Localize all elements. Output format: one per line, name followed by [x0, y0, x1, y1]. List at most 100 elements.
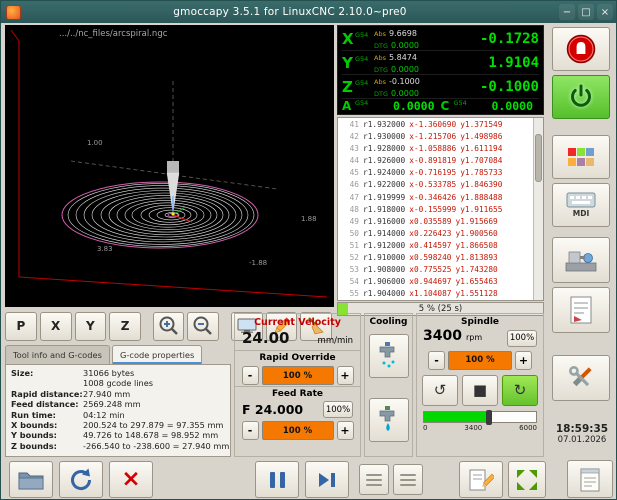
edit-tool-button[interactable] — [459, 461, 503, 498]
limit-circle — [62, 182, 258, 248]
spindle-ccw-icon: ↺ — [434, 381, 447, 399]
dtg-label: DTG — [374, 66, 388, 74]
optional-stop-button[interactable] — [393, 464, 423, 495]
step-button[interactable] — [305, 461, 349, 498]
gcode-line[interactable]: 54 r1.906000 x0.944697 y1.655463 — [338, 276, 533, 288]
fullscreen-icon — [515, 468, 539, 492]
spindle-stop-button[interactable]: ■ — [462, 375, 498, 406]
pause-button[interactable] — [255, 461, 299, 498]
zoom-out-icon — [192, 315, 214, 337]
gcode-line[interactable]: 55 r1.904000 x1.104087 y1.551128 — [338, 288, 533, 300]
feed-minus-button[interactable]: - — [242, 421, 259, 440]
offset-page-button[interactable] — [552, 287, 610, 333]
gcode-r-word: r1.914000 — [363, 228, 405, 240]
rapid-plus-button[interactable]: + — [337, 366, 354, 385]
machine-on-button[interactable] — [552, 75, 610, 119]
optional-blocks-button[interactable] — [359, 464, 389, 495]
scale-max: 6000 — [519, 424, 537, 432]
dro-axis-a[interactable]: A G54 0.0000 — [342, 99, 441, 113]
spindle-ccw-button[interactable]: ↺ — [422, 375, 458, 406]
gcode-line[interactable]: 46 r1.922000 x-0.533785 y1.846390 — [338, 179, 533, 191]
open-file-button[interactable] — [9, 461, 53, 498]
spindle-speed-thumb[interactable] — [486, 410, 492, 425]
gcode-line[interactable]: 45 r1.924000 x-0.716195 y1.785733 — [338, 167, 533, 179]
close-button[interactable]: × — [597, 4, 613, 20]
fullscreen-button[interactable] — [508, 461, 546, 498]
gcode-scrollbar-thumb[interactable] — [535, 134, 542, 182]
feed-reset-button[interactable]: 100% — [323, 401, 353, 418]
mist-button[interactable] — [369, 334, 409, 378]
zoom-in-button[interactable] — [153, 312, 185, 341]
estop-button[interactable] — [552, 27, 610, 71]
gcode-x-word: x-0.155999 — [409, 204, 456, 216]
dro-panel: X G54 Abs9.6698 DTG0.0000 -0.1728 Y G54 … — [337, 25, 544, 115]
spindle-plus-button[interactable]: + — [515, 351, 532, 370]
gcode-line-number: 42 — [338, 131, 359, 143]
gcode-line[interactable]: 50 r1.914000 x0.226423 y1.900560 — [338, 228, 533, 240]
dro-axis-y[interactable]: Y G54 Abs5.8474 DTG0.0000 1.9104 — [342, 51, 539, 75]
view-y-button[interactable]: Y — [75, 312, 107, 341]
feed-plus-button[interactable]: + — [337, 421, 354, 440]
gremlin-preview[interactable]: 1.00 3.83 -1.88 1.88 .../../nc_files/arc… — [5, 25, 334, 307]
property-label — [11, 378, 83, 388]
gcode-scrollbar[interactable] — [533, 118, 543, 300]
stop-button[interactable]: × — [109, 461, 153, 498]
reload-file-button[interactable] — [59, 461, 103, 498]
tab-tool-info[interactable]: Tool info and G-codes — [5, 345, 110, 364]
view-z-button[interactable]: Z — [109, 312, 141, 341]
view-p-button[interactable]: P — [5, 312, 37, 341]
gcode-line[interactable]: 47 r1.919999 x-0.346426 y1.888488 — [338, 192, 533, 204]
flood-button[interactable] — [369, 398, 409, 442]
gcode-y-word: y1.846390 — [460, 179, 502, 191]
settings-button[interactable] — [552, 355, 610, 401]
machine-icon — [564, 246, 598, 274]
spindle-minus-button[interactable]: - — [428, 351, 445, 370]
maximize-button[interactable]: □ — [578, 4, 594, 20]
property-label: X bounds: — [11, 420, 83, 430]
property-value: 31066 bytes — [83, 368, 134, 378]
gcode-view[interactable]: 41 r1.932000 x-1.360690 y1.371549 42 r1.… — [337, 117, 544, 301]
view-y-label: Y — [86, 319, 95, 333]
gcode-line[interactable]: 49 r1.916000 x0.035589 y1.915669 — [338, 216, 533, 228]
gcode-line[interactable]: 48 r1.918000 x-0.155999 y1.911655 — [338, 204, 533, 216]
user-tabs-button[interactable] — [552, 135, 610, 179]
dro-rotary-row[interactable]: A G54 0.0000 C G54 0.0000 — [342, 99, 539, 113]
spindle-override-bar[interactable]: 100 % — [448, 351, 512, 370]
gcode-line[interactable]: 44 r1.926000 x-0.891819 y1.707084 — [338, 155, 533, 167]
gcode-x-word: x1.104087 — [409, 288, 451, 300]
gcode-r-word: r1.906000 — [363, 276, 405, 288]
spindle-reset-button[interactable]: 100% — [507, 330, 537, 347]
view-x-button[interactable]: X — [40, 312, 72, 341]
gcode-line[interactable]: 53 r1.908000 x0.775525 y1.743280 — [338, 264, 533, 276]
gcode-line-number: 50 — [338, 228, 359, 240]
tool-settings-button[interactable] — [552, 237, 610, 283]
scale-min: 0 — [423, 424, 427, 432]
dro-axis-z[interactable]: Z G54 Abs-0.1000 DTG0.0000 -0.1000 — [342, 75, 539, 99]
dro-axis-x[interactable]: X G54 Abs9.6698 DTG0.0000 -0.1728 — [342, 27, 539, 51]
gcode-line-number: 55 — [338, 288, 359, 300]
minimize-button[interactable]: − — [559, 4, 575, 20]
notes-button[interactable] — [567, 460, 613, 498]
spindle-speed-slider[interactable] — [423, 411, 537, 423]
gcode-r-word: r1.908000 — [363, 264, 405, 276]
spindle-cw-button[interactable]: ↻ — [502, 375, 538, 406]
zoom-out-button[interactable] — [187, 312, 219, 341]
gcode-line[interactable]: 43 r1.928000 x-1.058886 y1.611194 — [338, 143, 533, 155]
mdi-label: MDI — [573, 209, 589, 218]
dro-axis-c[interactable]: C G54 0.0000 — [441, 99, 540, 113]
rapid-minus-button[interactable]: - — [242, 366, 259, 385]
feed-override-bar[interactable]: 100 % — [262, 421, 334, 440]
property-row: Rapid distance: 27.940 mm — [11, 389, 225, 399]
gcode-line[interactable]: 51 r1.912000 x0.414597 y1.866508 — [338, 240, 533, 252]
gcode-line[interactable]: 42 r1.930000 x-1.215706 y1.498986 — [338, 131, 533, 143]
abs-value: 5.8474 — [389, 53, 417, 62]
gcode-r-word: r1.919999 — [363, 192, 405, 204]
mdi-button[interactable]: MDI — [552, 183, 610, 227]
tab-gcode-properties[interactable]: G-code properties — [112, 345, 202, 364]
gcode-line[interactable]: 41 r1.932000 x-1.360690 y1.371549 — [338, 119, 533, 131]
gcode-r-word: r1.912000 — [363, 240, 405, 252]
gcode-line[interactable]: 52 r1.910000 x0.598240 y1.813893 — [338, 252, 533, 264]
gcode-line-number: 52 — [338, 252, 359, 264]
rapid-override-bar[interactable]: 100 % — [262, 366, 334, 385]
gcode-line-number: 47 — [338, 192, 359, 204]
